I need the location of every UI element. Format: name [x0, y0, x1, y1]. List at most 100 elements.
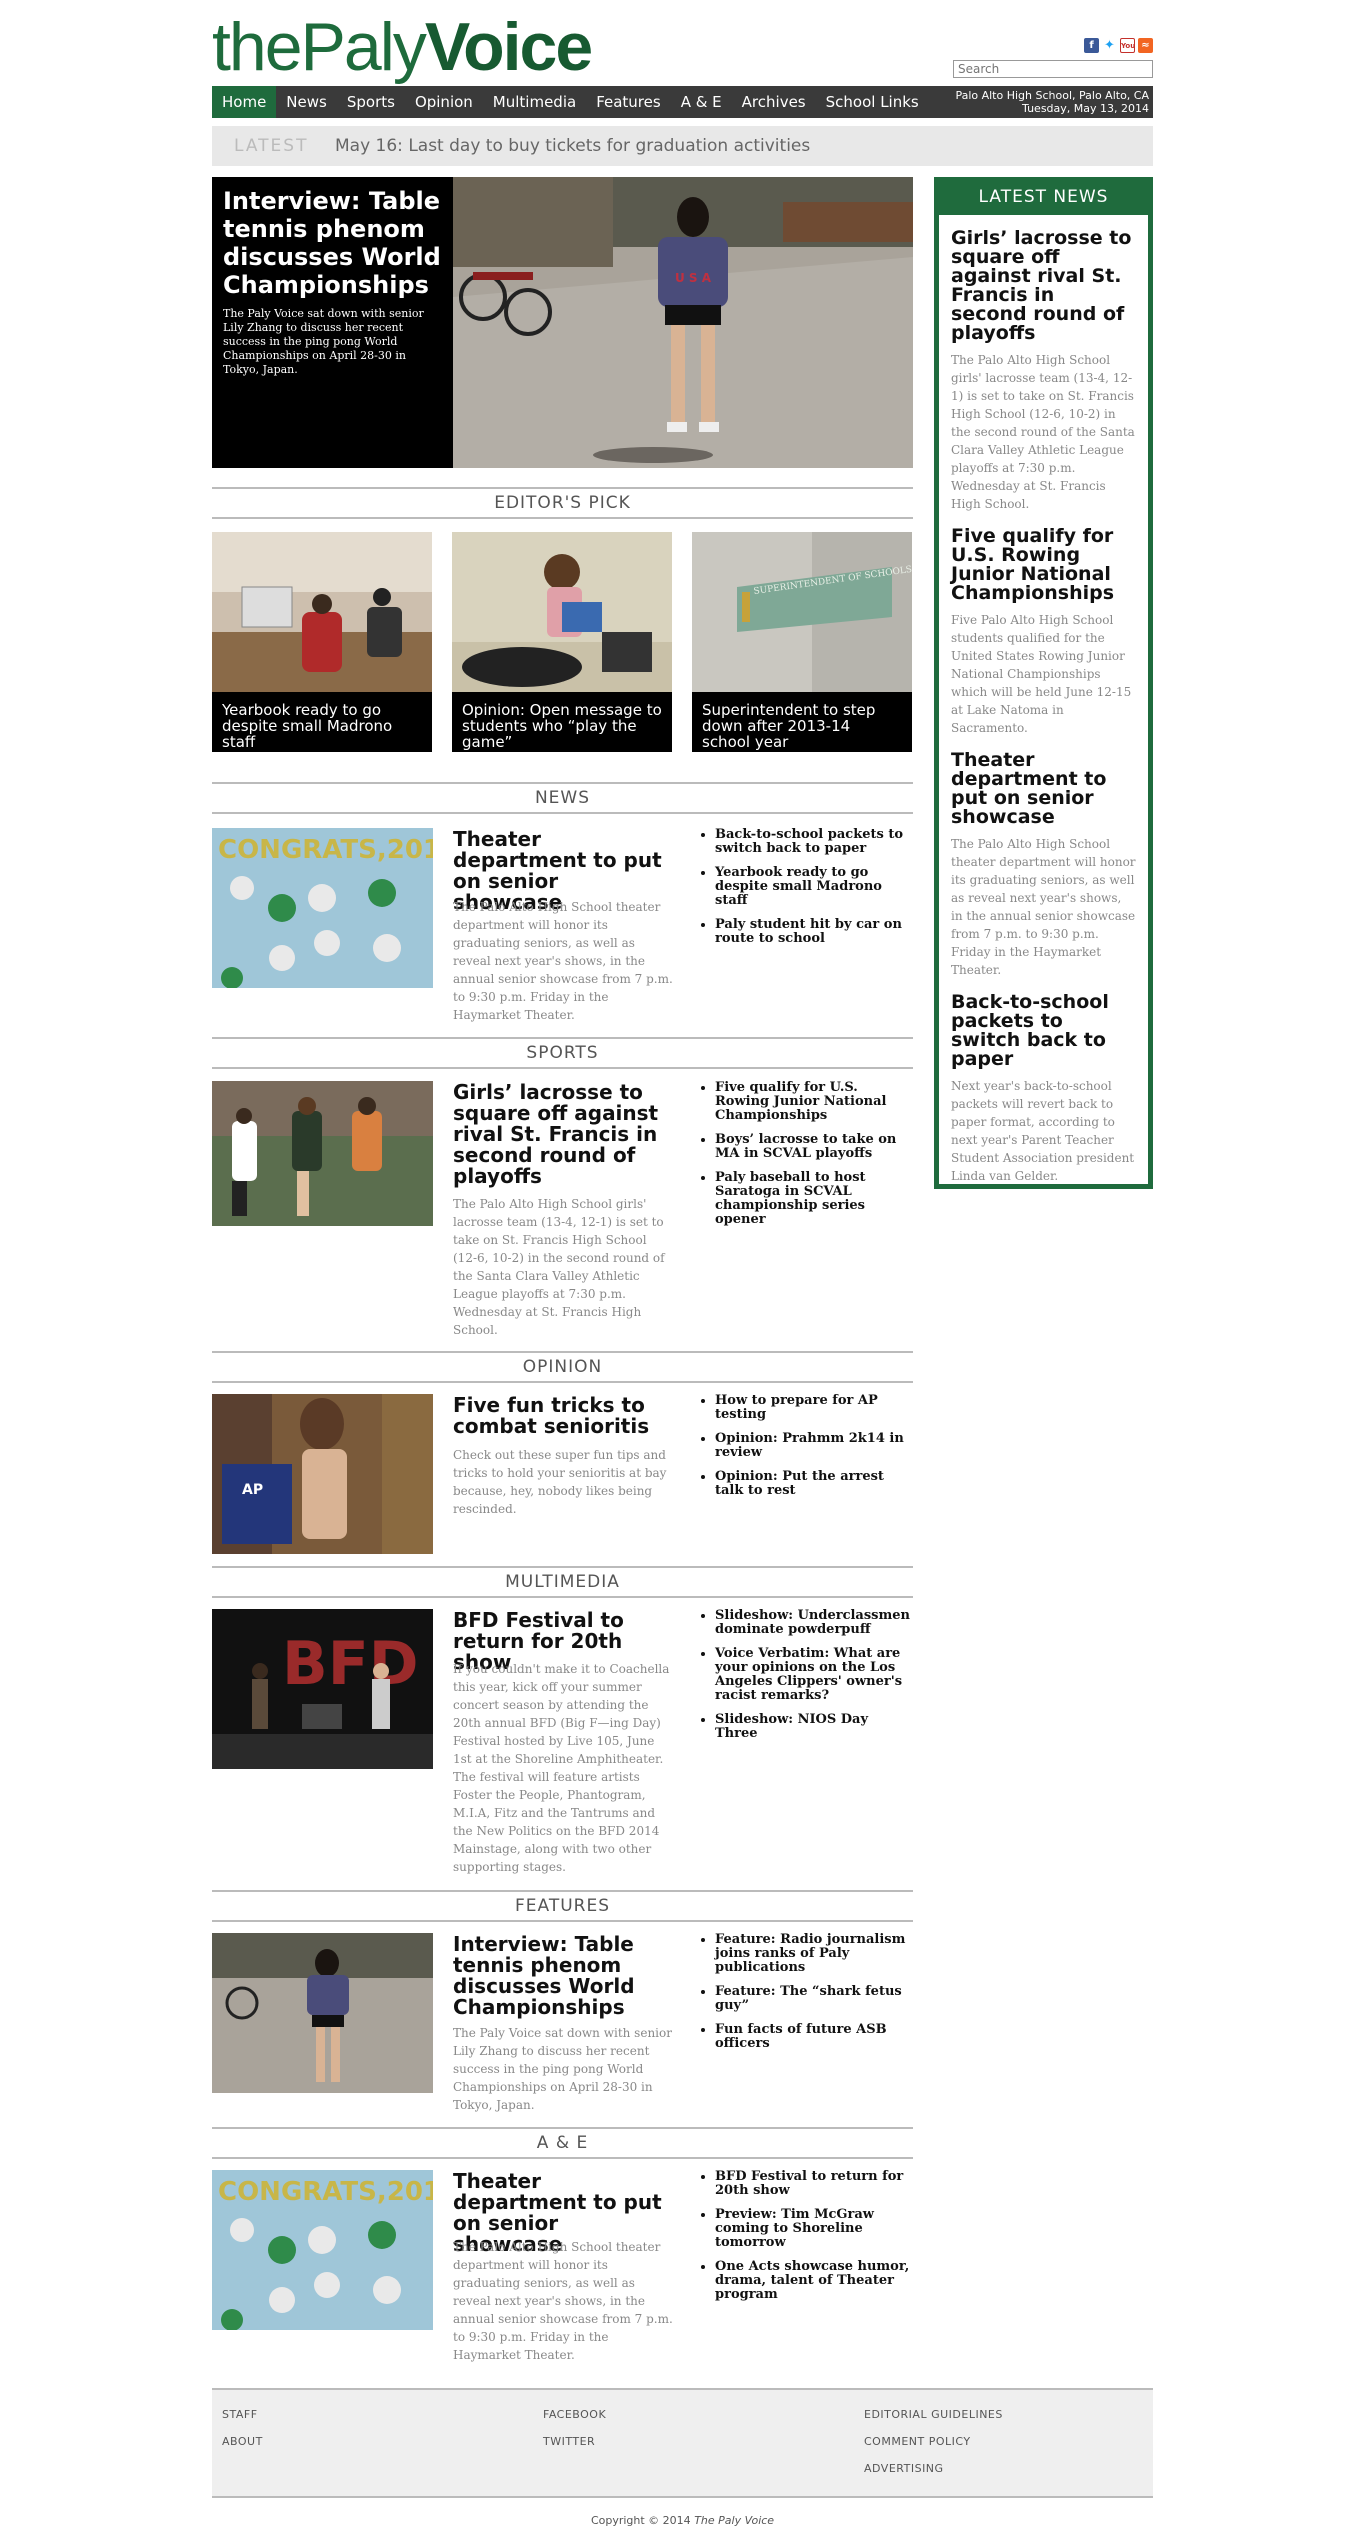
opinion-links: How to prepare for AP testing Opinion: P…: [697, 1394, 913, 1508]
multimedia-link[interactable]: Slideshow: NIOS Day Three: [715, 1713, 913, 1741]
editors-pick-item[interactable]: Yearbook ready to go despite small Madro…: [212, 532, 432, 752]
site-logo[interactable]: thePalyVoice: [212, 9, 593, 85]
sidebar-story: Theater department to put on senior show…: [939, 751, 1148, 979]
multimedia-link[interactable]: Voice Verbatim: What are your opinions o…: [715, 1647, 913, 1703]
facebook-icon[interactable]: f: [1084, 38, 1099, 53]
ae-link[interactable]: Preview: Tim McGraw coming to Shoreline …: [715, 2208, 913, 2250]
hero-feature[interactable]: Interview: Table tennis phenom discusses…: [212, 177, 913, 468]
location-text: Palo Alto High School, Palo Alto, CA: [955, 89, 1149, 102]
ae-link[interactable]: One Acts showcase humor, drama, talent o…: [715, 2260, 913, 2302]
editors-pick-heading: EDITOR'S PICK: [212, 487, 913, 519]
sidebar-story-desc: Next year's back-to-school packets will …: [951, 1079, 1135, 1183]
nav-news[interactable]: News: [276, 86, 337, 118]
multimedia-image[interactable]: BFD: [212, 1609, 433, 1769]
sports-link[interactable]: Five qualify for U.S. Rowing Junior Nati…: [715, 1081, 913, 1123]
features-title[interactable]: Interview: Table tennis phenom discusses…: [453, 1934, 673, 2018]
sidebar-story-title[interactable]: Theater department to put on senior show…: [951, 751, 1136, 827]
sports-link[interactable]: Boys’ lacrosse to take on MA in SCVAL pl…: [715, 1133, 913, 1161]
footer: STAFF ABOUT FACEBOOK TWITTER EDITORIAL G…: [212, 2388, 1153, 2498]
sidebar-story: Back-to-school packets to switch back to…: [939, 993, 1148, 1185]
opinion-link[interactable]: How to prepare for AP testing: [715, 1394, 913, 1422]
news-link[interactable]: Paly student hit by car on route to scho…: [715, 918, 913, 946]
opinion-heading: OPINION: [212, 1351, 913, 1383]
opinion-title[interactable]: Five fun tricks to combat senioritis: [453, 1395, 673, 1437]
news-links: Back-to-school packets to switch back to…: [697, 828, 913, 956]
multimedia-description: If you couldn't make it to Coachella thi…: [453, 1662, 670, 1874]
footer-col: EDITORIAL GUIDELINES COMMENT POLICY ADVE…: [864, 2408, 1003, 2489]
sports-heading: SPORTS: [212, 1037, 913, 1069]
ae-heading: A & E: [212, 2127, 913, 2159]
footer-link-about[interactable]: ABOUT: [222, 2435, 263, 2448]
latest-headline[interactable]: May 16: Last day to buy tickets for grad…: [335, 136, 810, 156]
opinion-description: Check out these super fun tips and trick…: [453, 1448, 667, 1516]
copyright-prefix: Copyright © 2014: [590, 2514, 691, 2527]
copyright: Copyright © 2014 The Paly Voice: [212, 2514, 1153, 2527]
sidebar-story-desc: The Palo Alto High School theater depart…: [951, 837, 1136, 977]
news-description: The Palo Alto High School theater depart…: [453, 900, 673, 1022]
congrats-text: CONGRATS,201: [218, 835, 433, 865]
multimedia-links: Slideshow: Underclassmen dominate powder…: [697, 1609, 913, 1751]
footer-link-editorial-guidelines[interactable]: EDITORIAL GUIDELINES: [864, 2408, 1003, 2421]
footer-link-facebook[interactable]: FACEBOOK: [543, 2408, 606, 2421]
search-input[interactable]: [953, 60, 1153, 78]
main-nav: Home News Sports Opinion Multimedia Feat…: [212, 86, 1153, 118]
opinion-link[interactable]: Opinion: Put the arrest talk to rest: [715, 1470, 913, 1498]
ae-image[interactable]: CONGRATS,201: [212, 2170, 433, 2330]
sports-image[interactable]: [212, 1081, 433, 1226]
footer-link-staff[interactable]: STAFF: [222, 2408, 263, 2421]
youtube-icon[interactable]: You: [1120, 38, 1135, 53]
multimedia-link[interactable]: Slideshow: Underclassmen dominate powder…: [715, 1609, 913, 1637]
ap-book-text: AP: [242, 1482, 263, 1498]
sidebar-heading: LATEST NEWS: [939, 182, 1148, 215]
bfd-text: BFD: [282, 1629, 419, 1699]
ae-link[interactable]: BFD Festival to return for 20th show: [715, 2170, 913, 2198]
sidebar-story-title[interactable]: Girls’ lacrosse to square off against ri…: [951, 229, 1136, 343]
editors-pick-caption[interactable]: Opinion: Open message to students who “p…: [452, 692, 672, 752]
features-link[interactable]: Fun facts of future ASB officers: [715, 2023, 913, 2051]
opinion-image[interactable]: AP: [212, 1394, 433, 1554]
features-image[interactable]: [212, 1933, 433, 2093]
news-heading: NEWS: [212, 782, 913, 814]
nav-sports[interactable]: Sports: [337, 86, 405, 118]
logo-paly: Paly: [300, 9, 427, 85]
news-image[interactable]: CONGRATS,201: [212, 828, 433, 988]
location-date: Palo Alto High School, Palo Alto, CA Tue…: [955, 89, 1149, 115]
sports-link[interactable]: Paly baseball to host Saratoga in SCVAL …: [715, 1171, 913, 1227]
footer-link-advertising[interactable]: ADVERTISING: [864, 2462, 1003, 2475]
nav-home[interactable]: Home: [212, 86, 277, 118]
copyright-name: The Paly Voice: [694, 2514, 775, 2527]
nav-multimedia[interactable]: Multimedia: [483, 86, 586, 118]
svg-text:U S A: U S A: [675, 271, 712, 285]
editors-pick-caption[interactable]: Superintendent to step down after 2013-1…: [692, 692, 912, 752]
sidebar-story-title[interactable]: Five qualify for U.S. Rowing Junior Nati…: [951, 527, 1136, 603]
hero-title[interactable]: Interview: Table tennis phenom discusses…: [223, 187, 443, 299]
nav-opinion[interactable]: Opinion: [405, 86, 483, 118]
nav-school-links[interactable]: School Links: [816, 86, 929, 118]
ae-description: The Palo Alto High School theater depart…: [453, 2240, 673, 2362]
nav-ae[interactable]: A & E: [671, 86, 732, 118]
rss-icon[interactable]: ≈: [1138, 38, 1153, 53]
twitter-icon[interactable]: ✦: [1102, 38, 1117, 53]
hero-description: The Paly Voice sat down with senior Lily…: [223, 307, 424, 376]
latest-news-sidebar: LATEST NEWS Girls’ lacrosse to square of…: [934, 177, 1153, 1189]
hero-image[interactable]: U S A: [453, 177, 913, 468]
sports-title[interactable]: Girls’ lacrosse to square off against ri…: [453, 1082, 673, 1187]
features-links: Feature: Radio journalism joins ranks of…: [697, 1933, 913, 2061]
features-link[interactable]: Feature: The “shark fetus guy”: [715, 1985, 913, 2013]
features-heading: FEATURES: [212, 1890, 913, 1922]
sports-description: The Palo Alto High School girls' lacross…: [453, 1197, 665, 1337]
footer-link-comment-policy[interactable]: COMMENT POLICY: [864, 2435, 1003, 2448]
opinion-link[interactable]: Opinion: Prahmm 2k14 in review: [715, 1432, 913, 1460]
editors-pick-caption[interactable]: Yearbook ready to go despite small Madro…: [212, 692, 432, 752]
multimedia-heading: MULTIMEDIA: [212, 1566, 913, 1598]
footer-link-twitter[interactable]: TWITTER: [543, 2435, 606, 2448]
news-link[interactable]: Yearbook ready to go despite small Madro…: [715, 866, 913, 908]
news-link[interactable]: Back-to-school packets to switch back to…: [715, 828, 913, 856]
features-link[interactable]: Feature: Radio journalism joins ranks of…: [715, 1933, 913, 1975]
editors-pick-item[interactable]: Opinion: Open message to students who “p…: [452, 532, 672, 752]
ae-links: BFD Festival to return for 20th show Pre…: [697, 2170, 913, 2312]
nav-features[interactable]: Features: [586, 86, 671, 118]
sidebar-story-title[interactable]: Back-to-school packets to switch back to…: [951, 993, 1136, 1069]
editors-pick-item[interactable]: SUPERINTENDENT OF SCHOOLS Superintendent…: [692, 532, 912, 752]
nav-archives[interactable]: Archives: [732, 86, 816, 118]
